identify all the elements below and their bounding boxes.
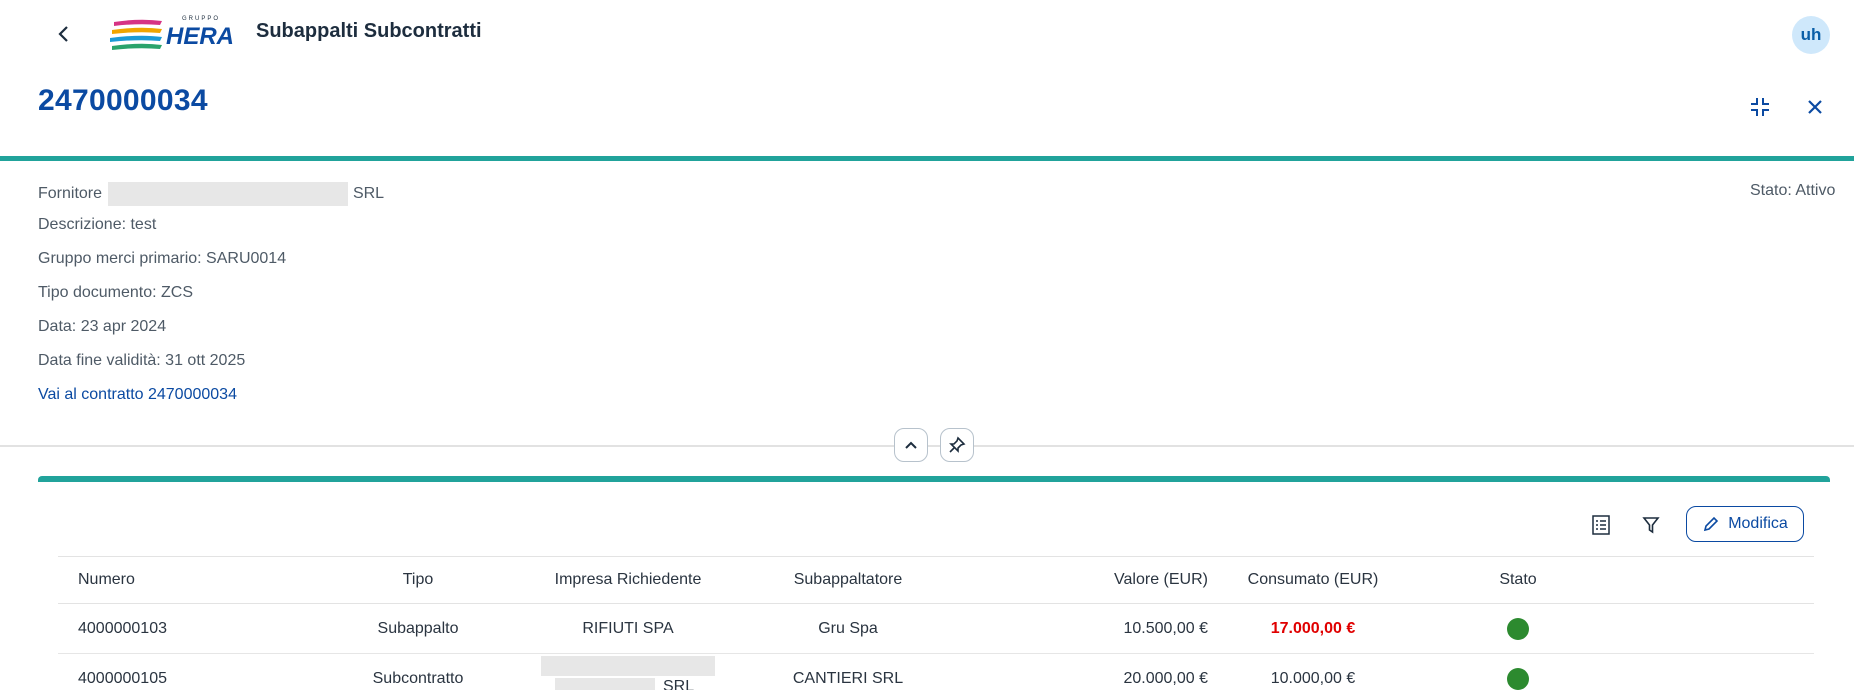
app-title: Subappalti Subcontratti — [256, 20, 482, 42]
collapse-header-button[interactable] — [894, 428, 928, 462]
cell-impresa: RIFIUTI SPA — [582, 619, 674, 637]
cell-tipo: Subcontratto — [372, 669, 464, 687]
filter-icon — [1642, 517, 1660, 534]
table-card-accent — [38, 476, 1830, 482]
exit-fullscreen-button[interactable] — [1745, 92, 1775, 122]
cell-consumato: 10.000,00 € — [1270, 669, 1356, 687]
header-tipo[interactable]: Tipo — [318, 557, 518, 603]
cell-valore: 10.500,00 € — [1123, 619, 1208, 637]
data-field: Data: 23 apr 2024 — [38, 318, 167, 335]
table-settings-button[interactable] — [1586, 510, 1616, 540]
pencil-icon — [1704, 516, 1719, 532]
header-accent-line — [0, 156, 1854, 161]
impresa-suffix: SRL — [663, 677, 695, 690]
pin-header-button[interactable] — [940, 428, 974, 462]
status-dot-icon — [1507, 667, 1529, 690]
status-text: Stato: Attivo — [1750, 182, 1836, 199]
cell-stato — [1488, 604, 1548, 653]
filter-button[interactable] — [1636, 510, 1666, 540]
table-settings-icon — [1592, 515, 1610, 535]
shell-bar: GRUPPO HERA Subappalti Subcontratti uh — [0, 0, 1854, 68]
redacted-block — [108, 182, 349, 206]
pin-icon — [949, 436, 966, 453]
cell-subappaltatore: Gru Spa — [818, 619, 878, 637]
header-valore[interactable]: Valore (EUR) — [968, 557, 1208, 603]
hera-logo-icon: GRUPPO HERA — [110, 16, 234, 50]
table-toolbar: Modifica — [0, 506, 1854, 546]
table-header-row: Numero Tipo Impresa Richiedente Subappal… — [58, 556, 1814, 604]
modifica-button[interactable]: Modifica — [1686, 506, 1804, 542]
fornitore-field: Fornitore SRL — [38, 182, 384, 206]
modifica-label: Modifica — [1728, 515, 1788, 532]
page-title: 2470000034 — [38, 84, 208, 117]
redacted-block — [555, 677, 655, 690]
svg-text:GRUPPO: GRUPPO — [182, 16, 220, 22]
svg-text:HERA: HERA — [166, 23, 234, 50]
data-fine-field: Data fine validità: 31 ott 2025 — [38, 352, 246, 369]
cell-impresa: SRL — [518, 654, 738, 690]
exit-fullscreen-icon — [1751, 98, 1769, 116]
header-consumato[interactable]: Consumato (EUR) — [1208, 557, 1418, 603]
status-dot-icon — [1507, 617, 1529, 640]
close-icon — [1808, 100, 1822, 114]
contract-link[interactable]: Vai al contratto 2470000034 — [38, 386, 237, 404]
cell-valore: 20.000,00 € — [1123, 669, 1208, 687]
cell-numero: 4000000105 — [78, 669, 167, 687]
header-numero[interactable]: Numero — [78, 557, 135, 603]
close-button[interactable] — [1800, 92, 1830, 122]
descrizione-field: Descrizione: test — [38, 216, 157, 233]
header-impresa[interactable]: Impresa Richiedente — [518, 557, 738, 603]
cell-stato — [1488, 654, 1548, 690]
chevron-up-icon — [905, 441, 917, 449]
user-avatar[interactable]: uh — [1792, 16, 1830, 54]
tipo-documento-field: Tipo documento: ZCS — [38, 284, 194, 301]
fornitore-label: Fornitore — [38, 185, 103, 203]
redacted-impresa: SRL — [541, 655, 715, 690]
redacted-block — [541, 655, 715, 676]
chevron-left-icon — [58, 26, 68, 42]
fornitore-suffix: SRL — [352, 185, 385, 203]
hera-logo[interactable]: GRUPPO HERA — [110, 12, 240, 54]
header-subappaltatore[interactable]: Subappaltatore — [743, 557, 953, 603]
cell-tipo: Subappalto — [377, 619, 459, 637]
cell-consumato: 17.000,00 € — [1270, 619, 1356, 637]
header-stato[interactable]: Stato — [1488, 557, 1548, 603]
cell-subappaltatore: CANTIERI SRL — [792, 669, 904, 687]
table-row[interactable]: 4000000103 Subappalto RIFIUTI SPA Gru Sp… — [58, 604, 1814, 654]
back-button[interactable] — [50, 20, 78, 48]
cell-numero: 4000000103 — [78, 619, 167, 637]
gruppo-merci-field: Gruppo merci primario: SARU0014 — [38, 250, 287, 267]
table-row[interactable]: 4000000105 Subcontratto SRL CANTIERI SRL… — [58, 654, 1814, 690]
